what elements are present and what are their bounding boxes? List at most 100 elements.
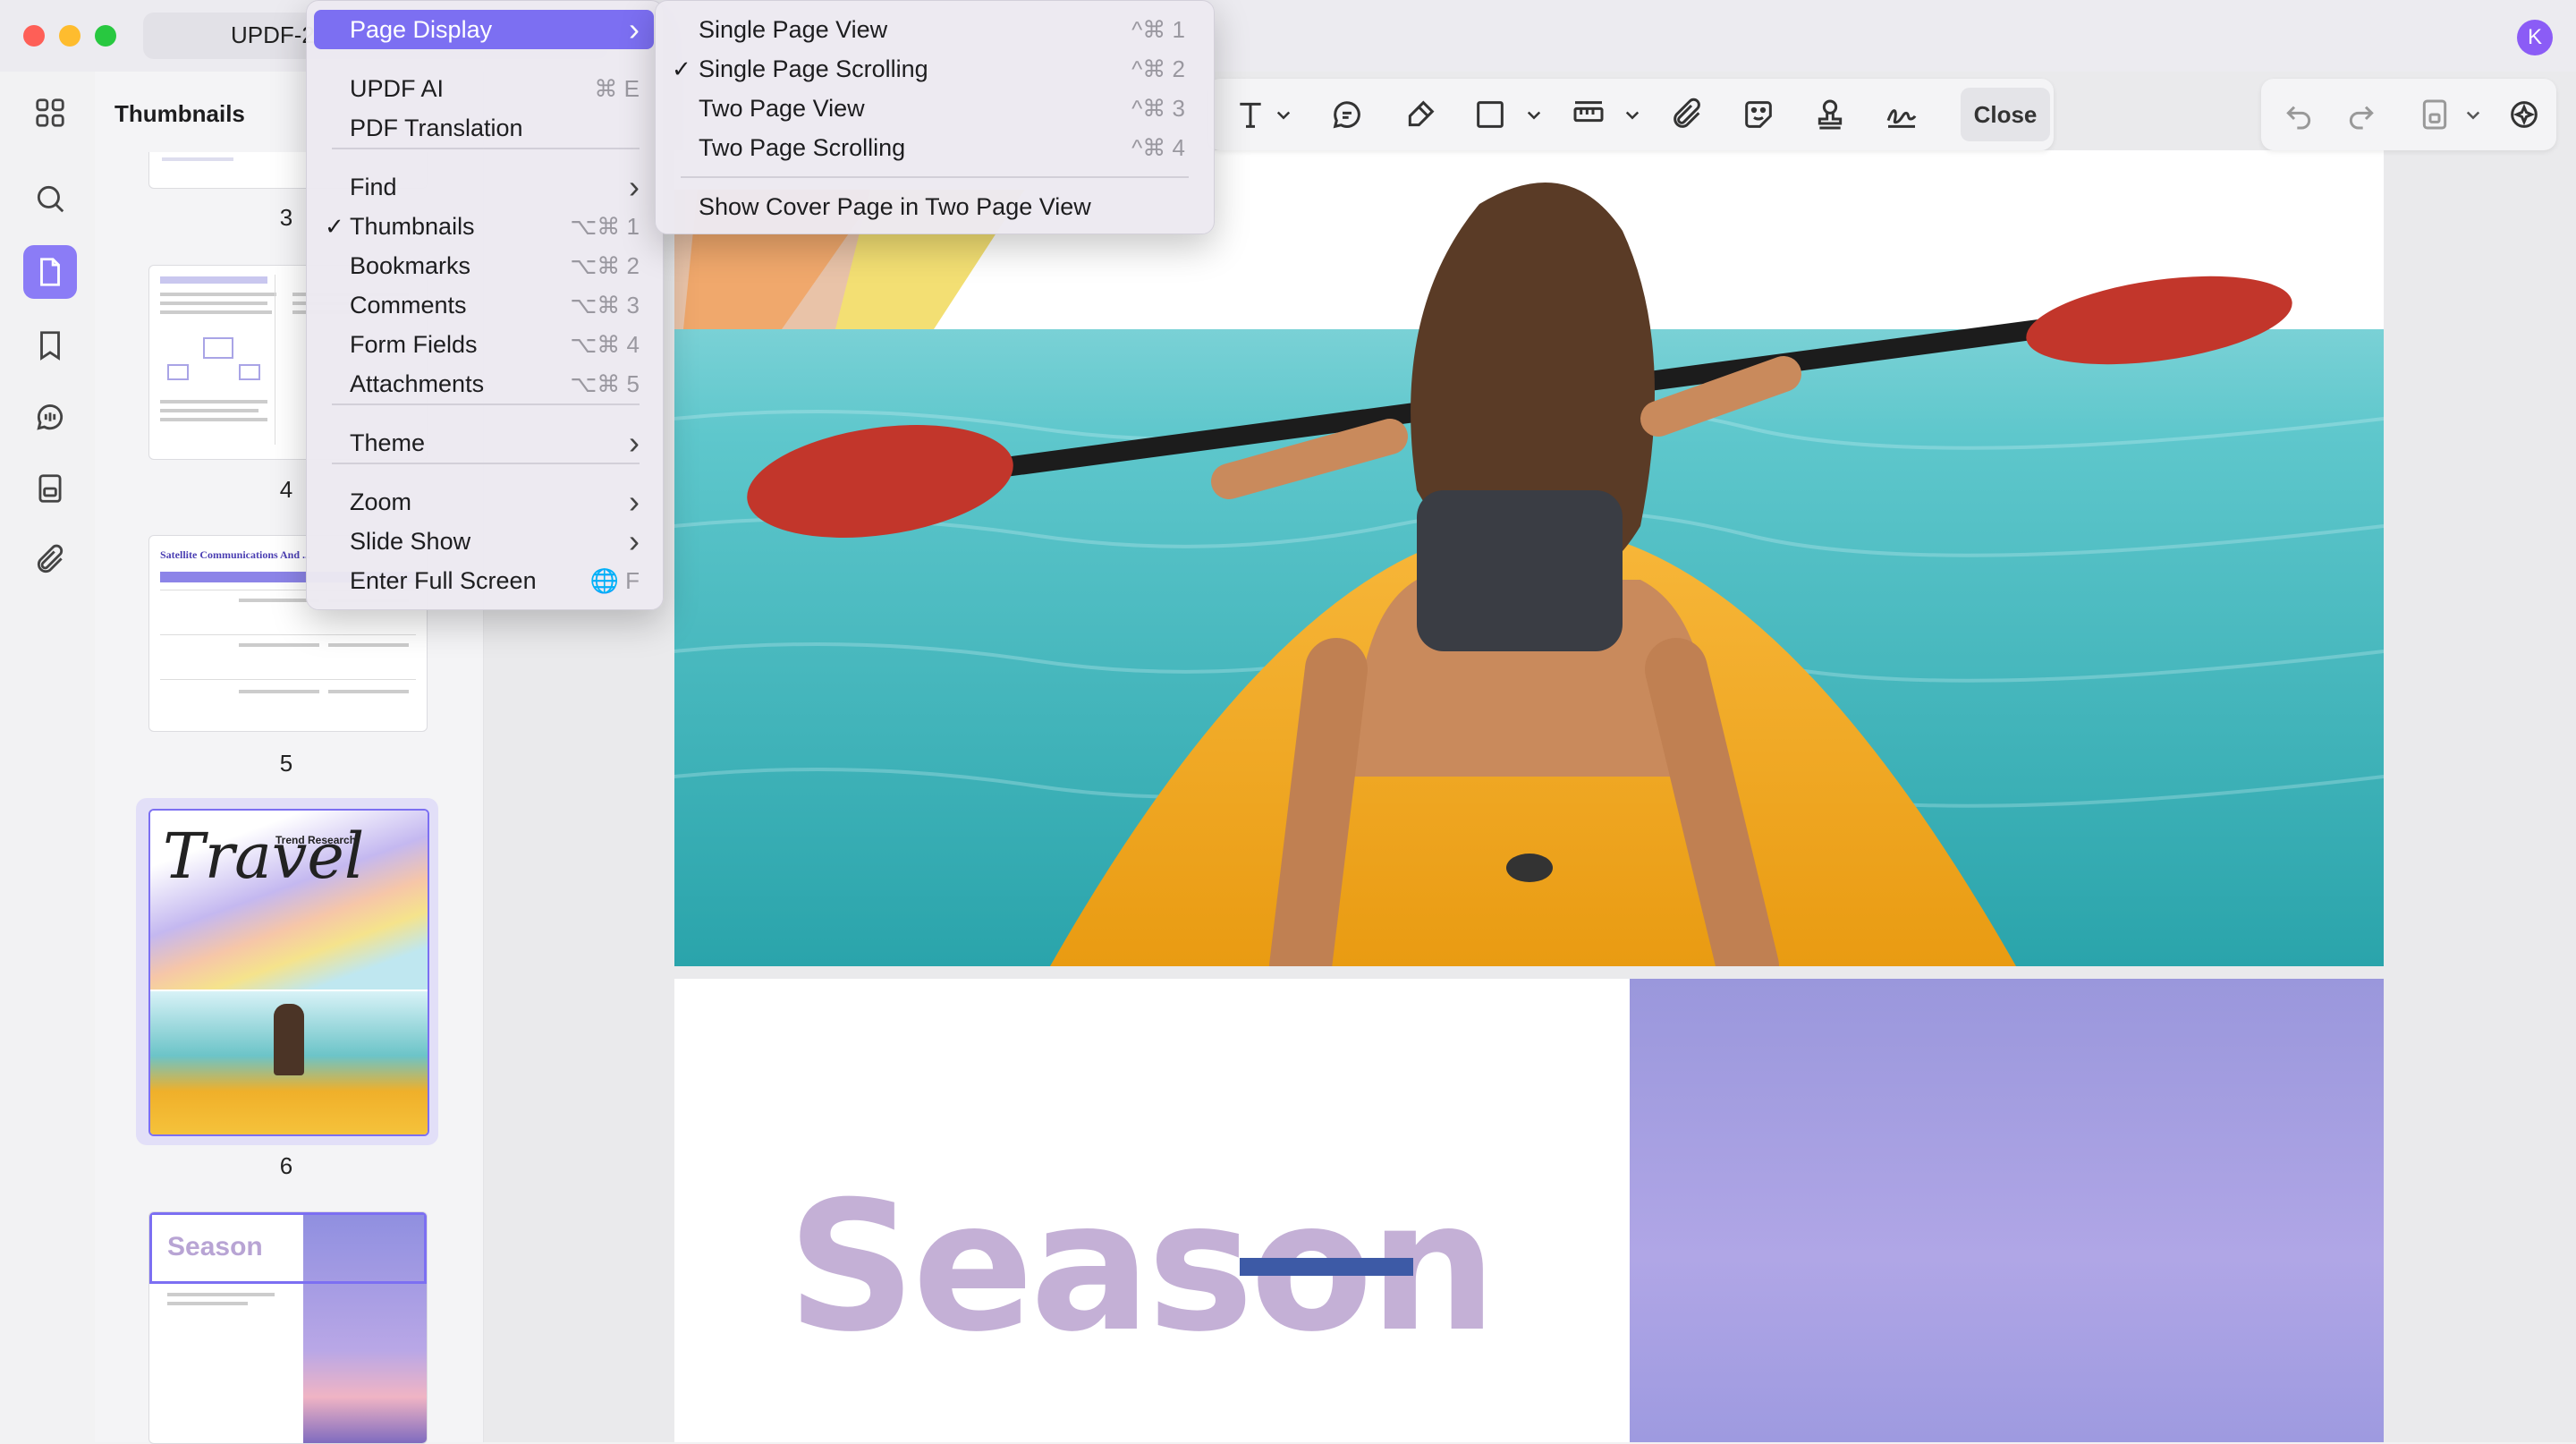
minimize-window-button[interactable] [59, 25, 80, 47]
page-display-item[interactable]: Show Cover Page in Two Page View [663, 187, 1205, 226]
view-menu-item-shortcut: ⌥⌘ 5 [570, 369, 640, 397]
page-display-item[interactable]: ✓ Single Page Scrolling ^⌘ 2 [663, 49, 1205, 89]
view-menu-item-shortcut: ⌥⌘ 1 [570, 212, 640, 240]
thumbnail-trend-text: Trend Research [275, 834, 357, 846]
thumbnail-page-number: 6 [279, 1152, 293, 1179]
zoom-window-button[interactable] [95, 25, 116, 47]
chevron-right-icon: › [629, 11, 640, 47]
measure-tool-icon[interactable] [1563, 89, 1614, 140]
search-icon[interactable] [23, 172, 77, 225]
chevron-down-icon[interactable] [2460, 89, 2487, 140]
apps-grid-icon[interactable] [23, 86, 77, 140]
view-menu-item[interactable]: Attachments ⌥⌘ 5 [314, 364, 654, 403]
view-menu-item[interactable]: Enter Full Screen 🌐 F [314, 561, 654, 600]
ai-assistant-icon[interactable] [2499, 89, 2549, 140]
save-icon[interactable] [2410, 89, 2460, 140]
page-display-item-shortcut: ^⌘ 1 [1131, 15, 1185, 43]
page-display-item-label: Two Page View [699, 94, 865, 122]
checkmark-icon: ✓ [325, 212, 344, 240]
thumbnail-page-number: 5 [279, 750, 293, 777]
page-display-item-shortcut: ^⌘ 2 [1131, 55, 1185, 82]
view-menu-item[interactable]: Bookmarks ⌥⌘ 2 [314, 246, 654, 285]
sticker-icon[interactable] [1733, 89, 1784, 140]
page-display-item-label: Two Page Scrolling [699, 133, 906, 161]
rectangle-tool-icon[interactable] [1465, 89, 1515, 140]
view-menu-item-label: Comments [350, 291, 467, 319]
view-menu-item-label: Zoom [350, 488, 412, 515]
view-menu-item-label: Thumbnails [350, 212, 475, 240]
menu-separator [332, 463, 640, 464]
view-menu-item[interactable]: ✓ Thumbnails ⌥⌘ 1 [314, 207, 654, 246]
page-display-item[interactable]: Single Page View ^⌘ 1 [663, 10, 1205, 49]
chevron-down-icon[interactable] [1270, 89, 1297, 140]
view-menu-item-label: Enter Full Screen [350, 566, 537, 594]
page-display-item[interactable]: Two Page Scrolling ^⌘ 4 [663, 128, 1205, 167]
menu-separator [681, 176, 1189, 178]
document-tab-title: UPDF-2 [231, 21, 315, 48]
view-menu-item-label: UPDF AI [350, 74, 445, 102]
attachment-icon[interactable] [23, 533, 77, 587]
view-menu-item[interactable]: Slide Show › [314, 522, 654, 561]
text-tool-icon[interactable] [1225, 89, 1275, 140]
view-menu-item-label: Theme [350, 429, 426, 456]
page-display-item-label: Single Page View [699, 15, 888, 43]
page-display-item[interactable]: Two Page View ^⌘ 3 [663, 89, 1205, 128]
menu-separator [332, 148, 640, 149]
view-menu-item-label: Page Display [350, 15, 493, 43]
comment-tool-icon[interactable] [1322, 89, 1372, 140]
view-menu-item-label: Attachments [350, 369, 485, 397]
page-display-item-shortcut: ^⌘ 3 [1131, 94, 1185, 122]
view-menu-item-shortcut: ⌘ E [594, 74, 640, 102]
view-menu-item[interactable]: Theme › [314, 423, 654, 463]
redo-icon[interactable] [2336, 89, 2386, 140]
view-menu-item-shortcut: ⌥⌘ 2 [570, 251, 640, 279]
view-menu-item-shortcut: ⌥⌘ 3 [570, 291, 640, 319]
view-menu-item[interactable]: Page Display › [314, 10, 654, 49]
thumbnail-page-selected[interactable]: Travel Trend Research [148, 809, 429, 1136]
signature-icon[interactable] [1877, 89, 1927, 140]
view-menu: Page Display › UPDF AI ⌘ E PDF Translation Fi… [306, 0, 664, 610]
view-menu-item-label: PDF Translation [350, 114, 523, 141]
chevron-right-icon: › [629, 483, 640, 520]
highlighter-icon[interactable] [1395, 89, 1445, 140]
thumbnail-travel-title: Travel [163, 820, 365, 893]
view-menu-item-label: Slide Show [350, 527, 471, 555]
form-icon[interactable] [23, 462, 77, 515]
stamp-icon[interactable] [1805, 89, 1855, 140]
page-photo [674, 150, 2384, 966]
page-display-submenu: Single Page View ^⌘ 1 ✓ Single Page Scrolli… [655, 0, 1215, 234]
thumbnail-page-number: 3 [279, 204, 293, 231]
chevron-right-icon: › [629, 424, 640, 461]
page-display-item-label: Single Page Scrolling [699, 55, 928, 82]
chevron-down-icon[interactable] [1619, 89, 1646, 140]
view-menu-item[interactable]: Zoom › [314, 482, 654, 522]
close-button[interactable]: Close [1961, 88, 2050, 141]
thumbnail-page-number: 4 [279, 476, 293, 503]
thumbnails-icon[interactable] [23, 245, 77, 299]
view-menu-item-label: Form Fields [350, 330, 478, 358]
view-menu-item[interactable]: Find › [314, 167, 654, 207]
view-menu-item[interactable]: Comments ⌥⌘ 3 [314, 285, 654, 325]
thumbnail-season-text: Season [167, 1232, 263, 1261]
chevron-right-icon: › [629, 522, 640, 559]
thumbnail-page[interactable]: Season [148, 1211, 428, 1444]
checkmark-icon: ✓ [672, 55, 691, 82]
avatar[interactable]: K [2517, 20, 2553, 55]
season-underline [1240, 1258, 1413, 1276]
view-menu-item[interactable]: UPDF AI ⌘ E [314, 69, 654, 108]
thumbnails-title: Thumbnails [114, 100, 245, 127]
attach-file-icon[interactable] [1662, 89, 1712, 140]
comments-icon[interactable] [23, 390, 77, 444]
page-display-item-shortcut: ^⌘ 4 [1131, 133, 1185, 161]
chevron-right-icon: › [629, 168, 640, 205]
view-menu-item[interactable]: Form Fields ⌥⌘ 4 [314, 325, 654, 364]
view-menu-item[interactable]: PDF Translation [314, 108, 654, 148]
thumbnail-heading: Satellite Communications And ... [160, 548, 311, 561]
view-menu-item-shortcut: 🌐 F [589, 566, 640, 594]
bookmark-icon[interactable] [23, 319, 77, 372]
view-menu-item-label: Find [350, 173, 397, 200]
chevron-down-icon[interactable] [1521, 89, 1547, 140]
view-menu-item-label: Bookmarks [350, 251, 471, 279]
close-window-button[interactable] [23, 25, 45, 47]
undo-icon[interactable] [2274, 89, 2324, 140]
